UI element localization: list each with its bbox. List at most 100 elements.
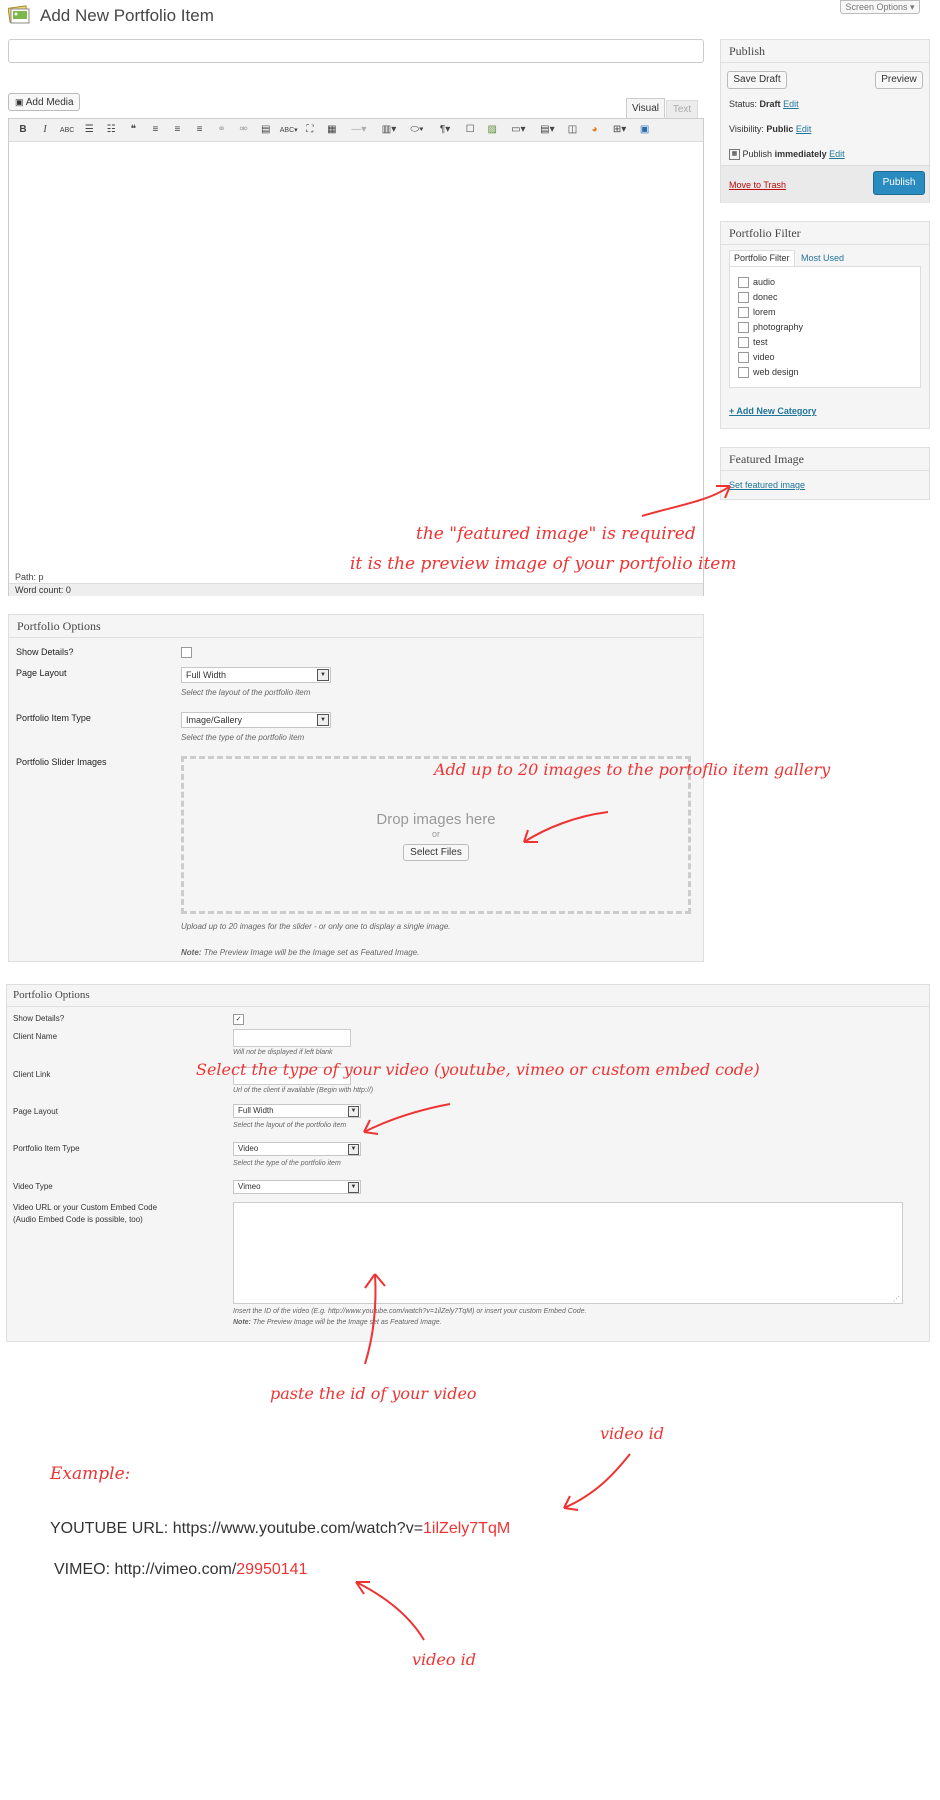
video-url-label-2: (Audio Embed Code is possible, too)	[13, 1215, 143, 1224]
save-draft-button[interactable]: Save Draft	[727, 71, 787, 89]
vimeo-video-id: 29950141	[236, 1561, 308, 1578]
portfolio-options-box-1: Portfolio Options Show Details? Page Lay…	[8, 614, 704, 962]
page-layout-label: Page Layout	[16, 668, 67, 678]
category-item[interactable]: test	[738, 335, 912, 350]
category-item[interactable]: web design	[738, 365, 912, 380]
category-item[interactable]: donec	[738, 290, 912, 305]
screen-options-button[interactable]: Screen Options ▾	[840, 0, 920, 14]
gallery-icon[interactable]: ◫	[564, 122, 580, 138]
table-icon[interactable]: ⊞▾	[609, 122, 631, 138]
fullscreen-icon[interactable]: ⛶	[302, 122, 318, 138]
page-title: Add New Portfolio Item	[40, 6, 214, 25]
chart-icon[interactable]: ◕	[587, 122, 603, 138]
more-icon[interactable]: ▤	[258, 122, 274, 138]
portfolio-options-title-1: Portfolio Options	[9, 615, 703, 638]
category-label: test	[753, 337, 768, 347]
edit-date-link[interactable]: Edit	[829, 149, 845, 159]
paragraph-icon[interactable]: ¶▾	[434, 122, 456, 138]
align-left-icon[interactable]: ≡	[147, 122, 163, 138]
item-type-value: Image/Gallery	[186, 715, 243, 725]
bullet-list-icon[interactable]: ☰	[81, 122, 97, 138]
category-item[interactable]: video	[738, 350, 912, 365]
annotation-paste-id: paste the id of your video	[270, 1384, 477, 1403]
page-layout-select[interactable]: Full Width ▼	[181, 667, 331, 683]
category-checkbox[interactable]	[738, 322, 749, 334]
resize-handle-icon[interactable]: ⋰	[893, 1295, 900, 1303]
client-name-input[interactable]	[233, 1029, 351, 1047]
portfolio-options-title-2: Portfolio Options	[7, 985, 929, 1007]
tab-text[interactable]: Text	[666, 100, 698, 119]
spellcheck-icon[interactable]: ABC▾	[280, 123, 298, 139]
category-item[interactable]: audio	[738, 275, 912, 290]
annotation-featured-preview: it is the preview image of your portfoli…	[350, 554, 737, 574]
separator-icon[interactable]: ▭▾	[506, 122, 530, 138]
align-center-icon[interactable]: ≡	[169, 122, 185, 138]
editor-content-area[interactable]	[9, 142, 703, 571]
add-images-arrow	[523, 811, 609, 843]
page-layout-label-2: Page Layout	[13, 1107, 58, 1116]
note-text-2: The Preview Image will be the Image set …	[252, 1319, 442, 1326]
category-checkbox[interactable]	[738, 352, 749, 364]
divider-icon[interactable]: —▾	[346, 122, 372, 138]
publish-button[interactable]: Publish	[873, 171, 925, 195]
category-checkbox[interactable]	[738, 307, 749, 319]
category-checkbox[interactable]	[738, 337, 749, 349]
tabs-icon[interactable]: ▤▾	[536, 122, 558, 138]
item-type-select-2[interactable]: Video ▼	[233, 1142, 361, 1156]
add-media-button[interactable]: ▣ Add Media	[8, 93, 80, 111]
slider-images-label: Portfolio Slider Images	[16, 757, 107, 767]
tab-visual[interactable]: Visual	[626, 98, 665, 119]
add-new-category-link[interactable]: + Add New Category	[729, 406, 816, 416]
blockquote-icon[interactable]: ❝	[125, 122, 141, 138]
image-icon[interactable]: ▨	[484, 122, 500, 138]
move-to-trash-link[interactable]: Move to Trash	[729, 180, 786, 190]
publish-box: Publish Save Draft Preview Status: Draft…	[720, 39, 930, 203]
select-type-arrow	[363, 1103, 451, 1135]
edit-status-link[interactable]: Edit	[783, 99, 799, 109]
upload-help: Upload up to 20 images for the slider - …	[181, 922, 451, 931]
numbered-list-icon[interactable]: ☷	[103, 122, 119, 138]
strikethrough-icon[interactable]: ABC	[59, 123, 75, 139]
select-files-button[interactable]: Select Files	[403, 844, 469, 861]
category-item[interactable]: lorem	[738, 305, 912, 320]
show-details-checkbox-2[interactable]: ✓	[233, 1014, 244, 1025]
button-icon[interactable]: ⬭▾	[406, 122, 428, 138]
preview-button[interactable]: Preview	[875, 71, 923, 89]
show-details-checkbox[interactable]	[181, 647, 192, 658]
italic-icon[interactable]: I	[37, 122, 53, 138]
page-layout-select-2[interactable]: Full Width ▼	[233, 1104, 361, 1118]
bold-icon[interactable]: B	[15, 122, 31, 138]
align-right-icon[interactable]: ≡	[192, 122, 208, 138]
link-icon[interactable]: ⚭	[214, 122, 230, 138]
title-input[interactable]	[8, 39, 704, 63]
page-layout-help-2: Select the layout of the portfolio item	[233, 1122, 347, 1129]
category-label: video	[753, 352, 775, 362]
client-link-help: Url of the client if available (Begin wi…	[233, 1087, 374, 1094]
category-label: web design	[753, 367, 799, 377]
video-type-select[interactable]: Vimeo ▼	[233, 1180, 361, 1194]
media-player-icon[interactable]: ▣	[637, 122, 653, 138]
category-checkbox[interactable]	[738, 292, 749, 304]
tab-portfolio-filter[interactable]: Portfolio Filter	[729, 250, 795, 266]
video-id-arrow-2	[355, 1581, 425, 1641]
unlink-icon[interactable]: ⚮	[236, 122, 252, 138]
box-icon[interactable]: ☐	[462, 122, 478, 138]
item-type-select[interactable]: Image/Gallery ▼	[181, 712, 331, 728]
category-checkbox[interactable]	[738, 277, 749, 289]
annotation-video-id-1: video id	[600, 1424, 664, 1443]
chevron-down-icon: ▼	[317, 714, 329, 726]
client-link-label: Client Link	[13, 1070, 51, 1079]
client-name-label: Client Name	[13, 1032, 58, 1041]
video-url-textarea[interactable]: ⋰	[233, 1202, 903, 1304]
page-icon	[7, 4, 30, 26]
tab-most-used[interactable]: Most Used	[801, 251, 844, 266]
kitchen-sink-icon[interactable]: ▦	[324, 122, 340, 138]
visibility-label: Visibility:	[729, 124, 764, 134]
note-2: Note: The Preview Image will be the Imag…	[233, 1319, 442, 1326]
category-item[interactable]: photography	[738, 320, 912, 335]
category-label: photography	[753, 322, 804, 332]
columns-icon[interactable]: ▥▾	[378, 122, 400, 138]
set-featured-image-link[interactable]: Set featured image	[729, 480, 805, 490]
category-checkbox[interactable]	[738, 367, 749, 379]
edit-visibility-link[interactable]: Edit	[796, 124, 812, 134]
